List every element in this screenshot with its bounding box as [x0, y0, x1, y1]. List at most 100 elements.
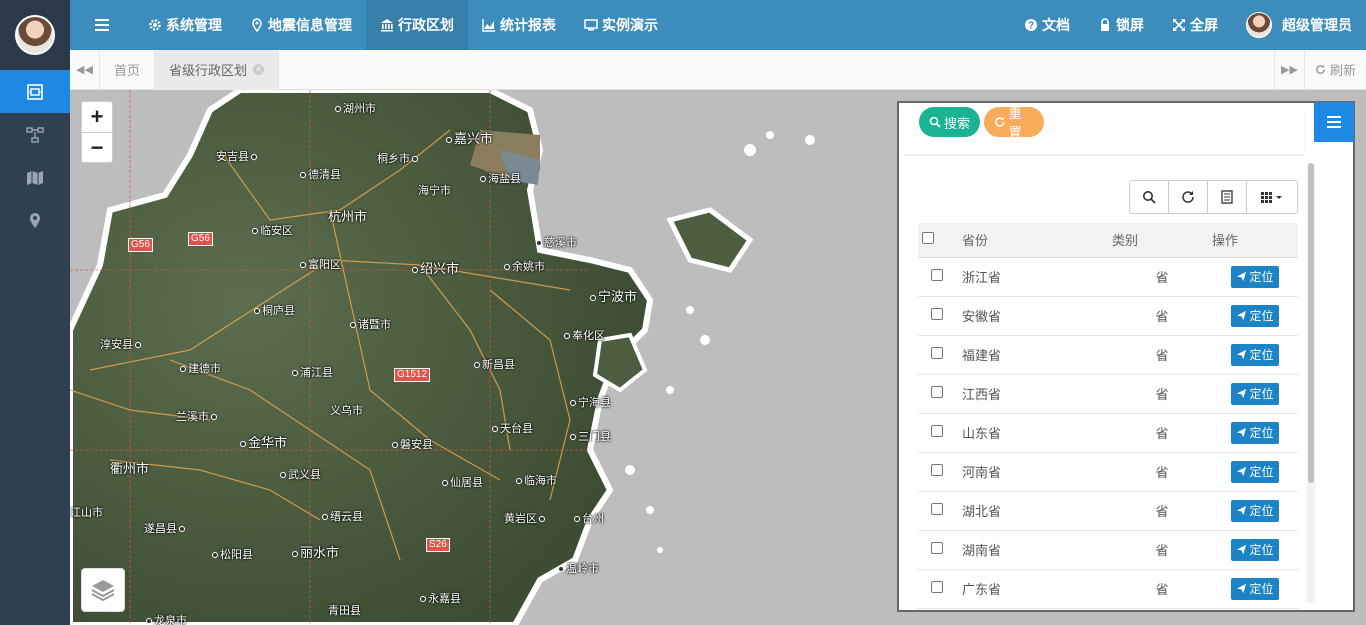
city-label: 海宁市 [418, 185, 451, 197]
avatar[interactable] [15, 15, 55, 55]
table-row[interactable]: 湖北省省 定位 [918, 491, 1298, 531]
hamburger-icon [95, 19, 109, 31]
sidebar-item-location[interactable] [0, 199, 70, 242]
question-circle-icon: ? [1025, 19, 1037, 32]
panel-toggle-button[interactable] [1314, 102, 1354, 142]
nav-user-menu[interactable]: 超级管理员 [1232, 0, 1366, 50]
tab-right-group: ▶▶ 刷新 [1273, 49, 1366, 90]
city-label: 松阳县 [212, 546, 253, 562]
locate-button[interactable]: 定位 [1231, 304, 1279, 327]
tab-scroll-right-button[interactable]: ▶▶ [1273, 49, 1304, 90]
gear-icon [149, 19, 161, 31]
nav-administrative-division[interactable]: 行政区划 [366, 0, 468, 50]
locate-button[interactable]: 定位 [1231, 538, 1279, 561]
nav-lock-screen[interactable]: 锁屏 [1084, 0, 1158, 50]
nav-system-management[interactable]: 系统管理 [134, 0, 236, 50]
city-label: 德清县 [300, 166, 341, 182]
columns-menu-button[interactable] [1247, 181, 1297, 213]
province-list-panel: 搜索 重置 省份 类别 操作 浙江省省定位 安徽省省定位 福建省省定位 江西省省定位山… [897, 101, 1355, 612]
road-label: S26 [426, 538, 450, 552]
city-label: 诸暨市 [350, 316, 391, 332]
column-header-action: 操作 [1212, 223, 1298, 258]
row-checkbox[interactable] [931, 542, 943, 554]
select-all-checkbox[interactable] [922, 232, 934, 245]
table-body: 浙江省省定位 安徽省省定位 福建省省定位 江西省省定位 山东省省定位 河南省省定位 湖北省省… [918, 257, 1298, 609]
city-label: 桐乡市 [377, 150, 420, 166]
city-label: 临海市 [516, 472, 557, 488]
sidebar-item-map[interactable] [0, 156, 70, 199]
city-label: 金华市 [240, 432, 287, 451]
city-label: 余姚市 [504, 258, 545, 274]
nav-demo[interactable]: 实例演示 [570, 0, 672, 50]
tab-scroll-left-button[interactable]: ◀◀ [70, 49, 100, 90]
locate-label: 定位 [1249, 387, 1274, 401]
locate-button[interactable]: 定位 [1231, 343, 1279, 366]
row-checkbox[interactable] [931, 581, 943, 593]
locate-button[interactable]: 定位 [1231, 577, 1279, 600]
layers-button[interactable] [81, 568, 125, 612]
panel-scrollbar[interactable] [1307, 163, 1315, 603]
row-checkbox[interactable] [931, 503, 943, 515]
table-row[interactable]: 广东省省 定位 [918, 569, 1298, 609]
toggle-view-button[interactable] [1208, 181, 1247, 213]
paper-plane-icon [1237, 466, 1247, 477]
sidebar-item-region[interactable] [0, 70, 70, 113]
locate-button[interactable]: 定位 [1231, 499, 1279, 522]
zoom-control: + − [81, 101, 113, 163]
locate-button[interactable]: 定位 [1231, 265, 1279, 288]
sidebar-item-topology[interactable] [0, 113, 70, 156]
locate-label: 定位 [1249, 582, 1274, 596]
nav-earthquake-info[interactable]: 地震信息管理 [236, 0, 366, 50]
row-checkbox[interactable] [931, 425, 943, 437]
city-label: 兰溪市 [176, 408, 219, 424]
lock-icon [1101, 18, 1109, 31]
locate-label: 定位 [1249, 465, 1274, 479]
nav-right-group: ? 文档 锁屏 全屏 超级管理员 [1010, 0, 1366, 50]
locate-button[interactable]: 定位 [1231, 382, 1279, 405]
refresh-button[interactable]: 刷新 [1303, 49, 1366, 90]
locate-button[interactable]: 定位 [1231, 460, 1279, 483]
locate-button[interactable]: 定位 [1231, 421, 1279, 444]
expand-icon [1173, 19, 1185, 31]
row-checkbox[interactable] [931, 464, 943, 476]
nav-label: 实例演示 [602, 17, 658, 33]
nav-fullscreen-label: 全屏 [1190, 17, 1218, 33]
province-name: 湖南省 [952, 530, 1112, 570]
zoom-out-button[interactable]: − [82, 132, 112, 162]
table-row[interactable]: 福建省省 定位 [918, 335, 1298, 375]
city-label: 临安区 [252, 222, 293, 238]
reset-button[interactable]: 重置 [984, 106, 1044, 140]
region-icon [27, 83, 43, 100]
map-pin-icon [30, 212, 40, 228]
row-checkbox[interactable] [931, 308, 943, 320]
tab-home[interactable]: 首页 [100, 49, 156, 90]
nav-fullscreen[interactable]: 全屏 [1158, 0, 1232, 50]
refresh-table-button[interactable] [1169, 181, 1208, 213]
row-checkbox[interactable] [931, 386, 943, 398]
toggle-search-button[interactable] [1130, 181, 1169, 213]
table-row[interactable]: 山东省省 定位 [918, 413, 1298, 453]
zoom-in-button[interactable]: + [82, 102, 112, 132]
table-row[interactable]: 河南省省 定位 [918, 452, 1298, 492]
paper-plane-icon [1237, 388, 1247, 399]
table-row[interactable]: 江西省省 定位 [918, 374, 1298, 414]
scrollbar-thumb[interactable] [1308, 163, 1314, 483]
column-header-province[interactable]: 省份 [952, 223, 1112, 258]
tab-province-division[interactable]: 省级行政区划 × [155, 49, 280, 90]
nav-statistics-report[interactable]: 统计报表 [468, 0, 570, 50]
backward-icon: ◀◀ [76, 64, 93, 76]
nav-label: 系统管理 [166, 17, 222, 33]
table-row[interactable]: 浙江省省 定位 [918, 257, 1298, 297]
nav-docs[interactable]: ? 文档 [1010, 0, 1084, 50]
row-checkbox[interactable] [931, 269, 943, 281]
close-icon[interactable]: × [253, 64, 265, 75]
menu-toggle-button[interactable] [70, 0, 134, 50]
row-checkbox[interactable] [931, 347, 943, 359]
column-header-type[interactable]: 类别 [1112, 223, 1212, 258]
svg-text:?: ? [1028, 21, 1034, 32]
road-label: G56 [128, 238, 153, 252]
city-label: 武义县 [280, 466, 321, 482]
table-row[interactable]: 安徽省省 定位 [918, 296, 1298, 336]
search-button[interactable]: 搜索 [919, 107, 980, 137]
table-row[interactable]: 湖南省省 定位 [918, 530, 1298, 570]
